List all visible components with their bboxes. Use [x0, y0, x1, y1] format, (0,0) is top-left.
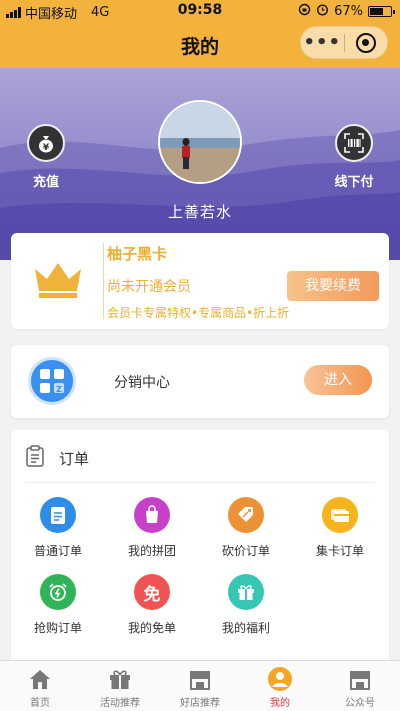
- alarm-clock-icon: [40, 574, 76, 610]
- offline-pay-button[interactable]: 线下付: [324, 124, 384, 190]
- order-item-benefits[interactable]: 我的福利: [206, 574, 286, 636]
- orders-title: 订单: [59, 449, 90, 468]
- order-item-label: 我的拼团: [127, 544, 176, 558]
- tab-home[interactable]: 首页: [0, 661, 80, 711]
- battery-icon: [368, 6, 395, 17]
- offline-pay-label: 线下付: [334, 175, 374, 190]
- tab-stores[interactable]: 好店推荐: [160, 661, 240, 711]
- battery-percent: 67%: [334, 4, 363, 19]
- orders-divider: [25, 482, 375, 483]
- status-bar: 中国移动 4G 09:58 67%: [0, 0, 400, 22]
- recharge-button[interactable]: ¥ 充值: [16, 124, 76, 190]
- more-menu-icon[interactable]: •••: [301, 26, 344, 59]
- distribution-apps-icon: Z: [28, 357, 76, 405]
- gift-icon: [228, 574, 264, 610]
- close-miniprogram-icon[interactable]: [345, 32, 388, 53]
- money-bag-icon: ¥: [27, 124, 65, 162]
- battery-fill: [370, 8, 383, 15]
- order-item-label: 抢购订单: [33, 621, 82, 635]
- vip-status: 尚未开通会员: [107, 279, 191, 295]
- navigation-bar: 我的 •••: [0, 22, 400, 68]
- order-item-bargain[interactable]: 砍价订单: [206, 497, 286, 559]
- vip-card[interactable]: 柚子黑卡 尚未开通会员 会员卡专属特权•专属商品•折上折 我要续费: [11, 233, 389, 329]
- orders-card: 订单 普通订单 我的拼团 砍价订单 集卡订单 抢购订单 免 我的免单 我的福利: [11, 430, 389, 670]
- store-icon: [347, 667, 373, 691]
- distribution-center-card[interactable]: Z 分销中心 进入: [11, 345, 389, 418]
- username: 上善若水: [167, 203, 232, 221]
- tab-label: 首页: [30, 698, 50, 709]
- avatar[interactable]: [158, 100, 242, 184]
- svg-text:Z: Z: [56, 385, 62, 394]
- rotation-lock-icon: [298, 3, 311, 20]
- svg-text:¥: ¥: [43, 143, 50, 153]
- alarm-icon: [316, 3, 329, 20]
- barcode-scan-icon: [335, 124, 373, 162]
- tab-label: 好店推荐: [180, 698, 220, 709]
- price-tag-icon: [228, 497, 264, 533]
- vip-card-name: 柚子黑卡: [107, 245, 168, 263]
- order-item-label: 普通订单: [33, 544, 82, 558]
- orders-header: 订单: [25, 445, 89, 471]
- tab-mine[interactable]: 我的: [240, 661, 320, 711]
- order-item-label: 砍价订单: [221, 544, 270, 558]
- tab-activities[interactable]: 活动推荐: [80, 661, 160, 711]
- order-item-label: 我的免单: [127, 621, 176, 635]
- tab-label: 公众号: [345, 698, 375, 709]
- renew-button[interactable]: 我要续费: [287, 271, 379, 301]
- order-item-card-collect[interactable]: 集卡订单: [300, 497, 380, 559]
- clipboard-icon: [40, 497, 76, 533]
- recharge-label: 充值: [32, 175, 59, 190]
- vip-perks: 会员卡专属特权•专属商品•折上折: [107, 306, 290, 320]
- free-badge-icon: 免: [134, 574, 170, 610]
- order-item-free[interactable]: 免 我的免单: [112, 574, 192, 636]
- tab-official-account[interactable]: 公众号: [320, 661, 400, 711]
- user-icon: [267, 667, 293, 691]
- tab-label: 我的: [270, 698, 290, 709]
- order-item-group-buy[interactable]: 我的拼团: [112, 497, 192, 559]
- profile-header: ¥ 充值 上善若水 线下付: [0, 68, 400, 260]
- home-icon: [27, 667, 53, 691]
- distribution-center-label: 分销中心: [114, 375, 170, 391]
- store-icon: [187, 667, 213, 691]
- clipboard-icon: [25, 445, 45, 471]
- tab-bar: 首页 活动推荐 好店推荐 我的 公众号: [0, 660, 400, 711]
- order-item-label: 集卡订单: [315, 544, 364, 558]
- order-item-normal[interactable]: 普通订单: [18, 497, 98, 559]
- enter-button[interactable]: 进入: [304, 365, 372, 395]
- order-item-label: 我的福利: [221, 621, 270, 635]
- cards-icon: [322, 497, 358, 533]
- miniprogram-capsule: •••: [300, 26, 388, 59]
- crown-icon: [35, 263, 81, 298]
- vip-divider: [103, 243, 104, 319]
- tab-label: 活动推荐: [100, 698, 140, 709]
- order-item-flash-sale[interactable]: 抢购订单: [18, 574, 98, 636]
- shopping-bag-icon: [134, 497, 170, 533]
- gift-icon: [107, 667, 133, 691]
